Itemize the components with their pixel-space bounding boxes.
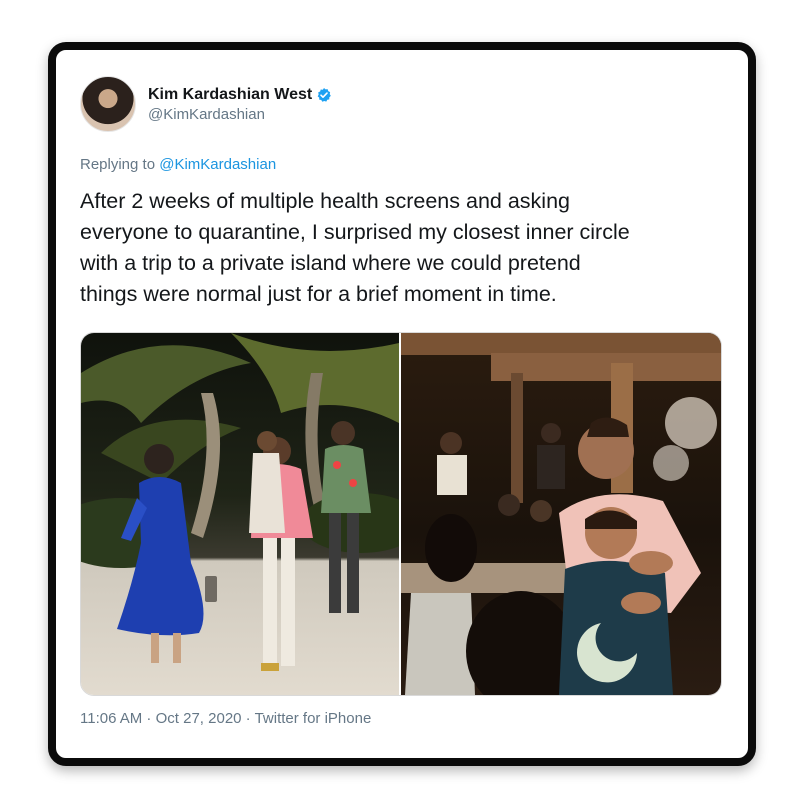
tweet-header: Kim Kardashian West @KimKardashian	[80, 76, 332, 132]
display-name-row: Kim Kardashian West	[148, 86, 332, 104]
author-names: Kim Kardashian West @KimKardashian	[148, 86, 332, 123]
replying-to: Replying to @KimKardashian	[80, 156, 276, 173]
tweet-source[interactable]: Twitter for iPhone	[255, 710, 372, 727]
tweet-footer: 11:06 AM · Oct 27, 2020 · Twitter for iP…	[80, 710, 371, 727]
verified-badge-icon	[317, 87, 332, 102]
photo-right-illustration	[401, 333, 721, 695]
photo-left-illustration	[81, 333, 399, 671]
avatar[interactable]	[80, 76, 136, 132]
tweet-time[interactable]: 11:06 AM	[80, 710, 142, 727]
tweet-card: Kim Kardashian West @KimKardashian Reply…	[48, 42, 756, 766]
display-name[interactable]: Kim Kardashian West	[148, 86, 312, 104]
tweet-text: After 2 weeks of multiple health screens…	[80, 189, 630, 306]
tweet-media	[80, 332, 722, 696]
media-photo[interactable]	[401, 333, 721, 695]
media-photo[interactable]	[81, 333, 399, 695]
tweet-date[interactable]: Oct 27, 2020	[156, 710, 242, 727]
replying-to-mention[interactable]: @KimKardashian	[159, 156, 276, 173]
meta-separator: ·	[241, 710, 255, 727]
replying-to-prefix: Replying to	[80, 156, 156, 173]
meta-separator: ·	[142, 710, 156, 727]
author-handle[interactable]: @KimKardashian	[148, 106, 332, 123]
